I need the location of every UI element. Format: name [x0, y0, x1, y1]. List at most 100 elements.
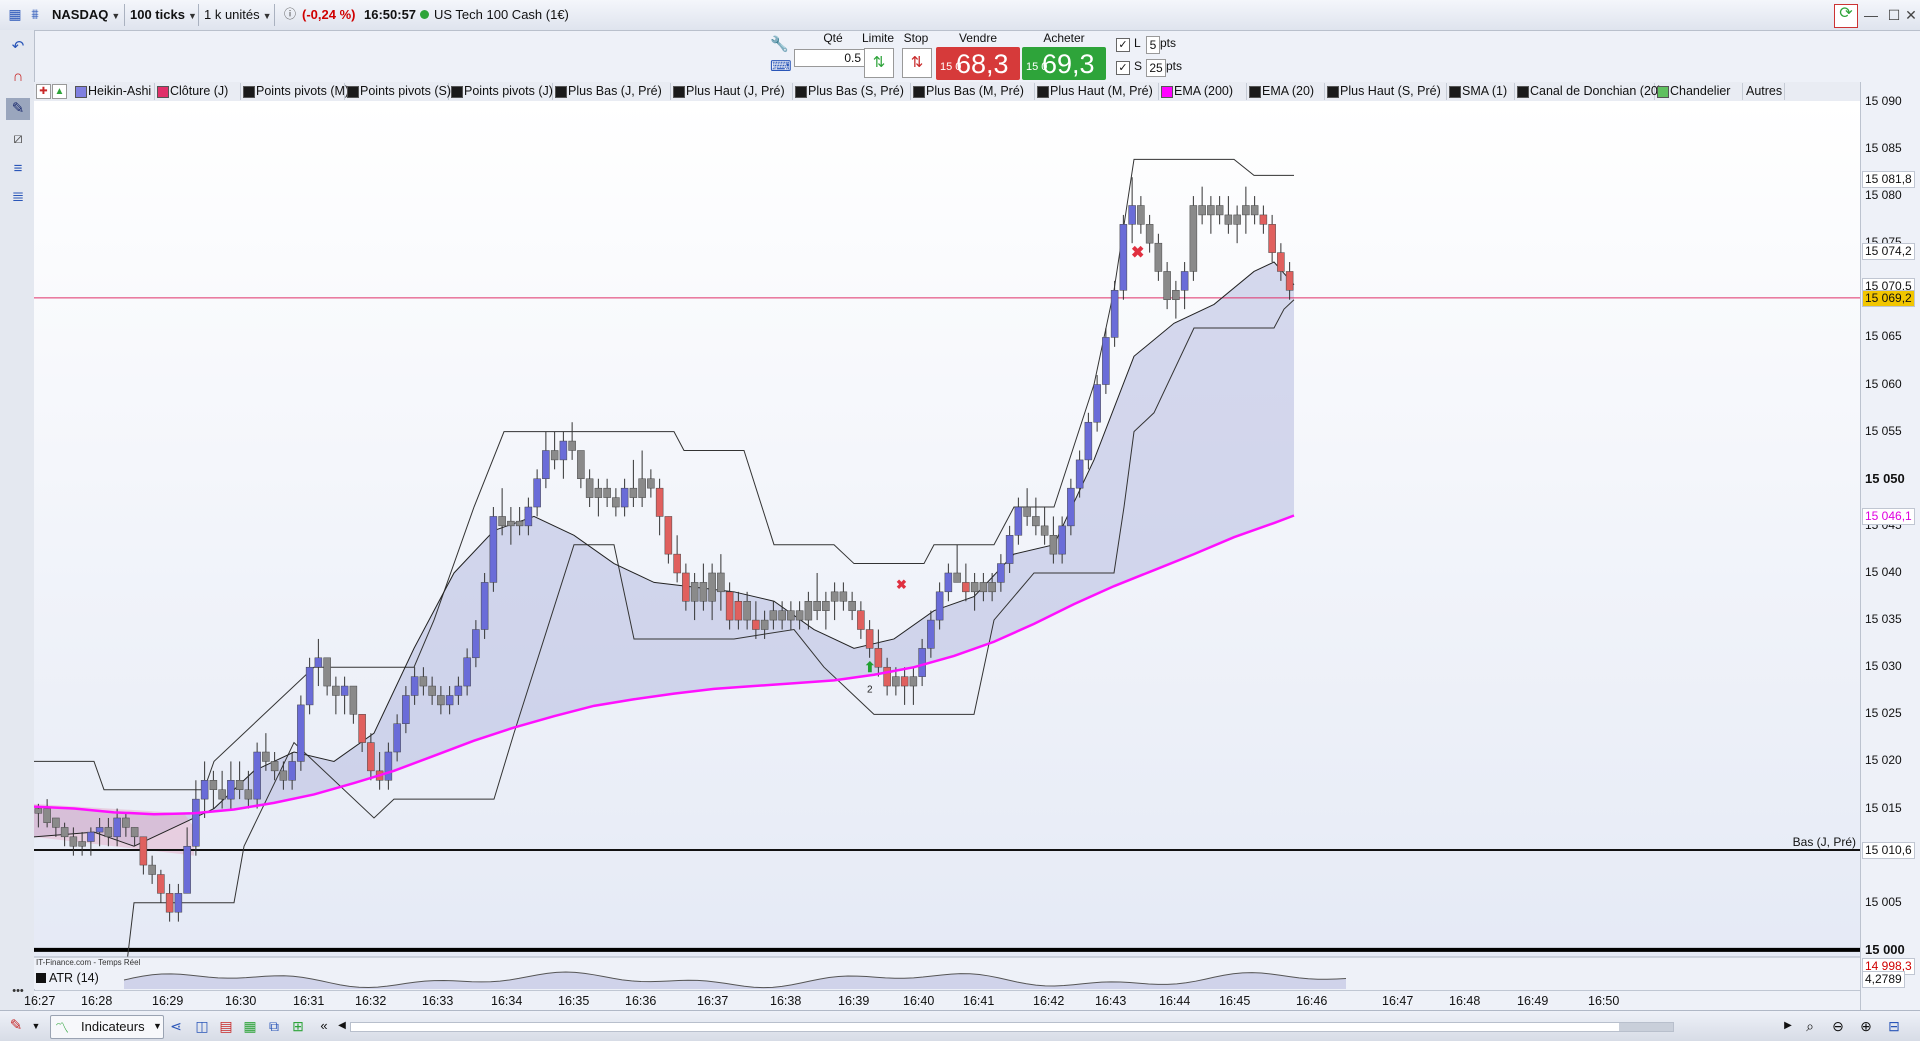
indicator-item[interactable]: Chandelier: [1654, 83, 1743, 100]
candle-body: [428, 685, 436, 696]
chevron-down-icon[interactable]: ▼: [26, 1017, 46, 1035]
candle-body: [795, 610, 804, 621]
indicator-item[interactable]: Autres: [1742, 83, 1785, 100]
candle-body: [900, 676, 909, 687]
indicator-label: EMA (200): [1174, 84, 1234, 98]
candle-body: [1268, 224, 1276, 253]
candle-body: [1215, 205, 1224, 216]
price-chart[interactable]: ✖✖⬆2Bas (J, Pré)R1 S: [33, 101, 1860, 989]
x-tick-label: 16:28: [81, 994, 113, 1008]
candle-body: [1119, 224, 1128, 291]
ruler-icon[interactable]: ⧄: [6, 128, 30, 150]
tick-selector[interactable]: 100 ticks ▼: [130, 4, 197, 26]
l-label: L: [1134, 36, 1141, 50]
indicator-item[interactable]: EMA (200): [1158, 83, 1247, 100]
indicator-item[interactable]: Plus Bas (S, Pré): [792, 83, 911, 100]
drawing-pen-icon[interactable]: ✎: [6, 1017, 26, 1035]
close-icon[interactable]: ✕: [1900, 6, 1920, 24]
layout-icon[interactable]: ⊟: [1884, 1017, 1904, 1035]
buy-button[interactable]: 15 0 69,3: [1022, 47, 1106, 80]
cursor-tool-icon[interactable]: ↶: [6, 36, 30, 58]
buy-price: 69,3: [1042, 49, 1095, 79]
units-selector[interactable]: 1 k unités ▼: [204, 4, 272, 26]
keyboard-icon[interactable]: ⌨: [770, 57, 792, 75]
scroll-right-icon[interactable]: ▶: [1778, 1017, 1798, 1035]
info-icon[interactable]: ⓘ: [279, 5, 301, 23]
candle-body: [1049, 535, 1058, 555]
candle-body: [647, 478, 655, 489]
order-panel: 🔧 ⌨ Qté 0.5 Limite ⇅ Stop ⇅ Vendre Achet…: [768, 30, 1188, 82]
indicator-item[interactable]: Points pivots (M): [240, 83, 349, 100]
x-tick-label: 16:43: [1095, 994, 1127, 1008]
signal-count-label: 2: [867, 685, 873, 696]
collapse-up-icon[interactable]: ▲: [52, 84, 67, 99]
chart-type-icon[interactable]: ⩩: [24, 5, 46, 23]
sell-button[interactable]: 15 0 68,3: [936, 47, 1020, 80]
indicator-item[interactable]: EMA (20): [1246, 83, 1325, 100]
scrollbar-thumb[interactable]: [1619, 1023, 1673, 1031]
stop-checkbox[interactable]: ✓: [1116, 61, 1130, 75]
s-pts-label: pts: [1166, 59, 1183, 73]
chart-area[interactable]: ✖✖⬆2Bas (J, Pré)R1 S: [33, 101, 1860, 989]
candle-body: [507, 520, 515, 527]
indicators-button[interactable]: 〽 Indicateurs ▼: [50, 1015, 164, 1039]
stop-order-button[interactable]: ⇅: [902, 48, 932, 78]
indicator-item[interactable]: Plus Haut (J, Pré): [670, 83, 793, 100]
l-input[interactable]: 5: [1146, 36, 1160, 54]
fibonacci-fan-icon[interactable]: ≣: [6, 186, 30, 208]
refresh-icon[interactable]: ⟳: [1834, 4, 1858, 28]
candle-body: [1198, 205, 1206, 216]
chart-window-icon[interactable]: ⧉: [264, 1017, 284, 1035]
magnet-icon[interactable]: ∩: [6, 66, 30, 88]
candle-body: [822, 600, 830, 611]
alerts-icon[interactable]: ◫: [192, 1017, 212, 1035]
y-tick-label: 15 060: [1865, 376, 1902, 391]
add-indicator-icon[interactable]: ✚: [36, 84, 51, 99]
candle-body: [384, 751, 393, 781]
settings-wrench-icon[interactable]: 🔧: [770, 35, 789, 53]
zoom-out-icon[interactable]: ⊖: [1828, 1017, 1848, 1035]
orders-icon[interactable]: ▦: [240, 1017, 260, 1035]
indicator-item[interactable]: Canal de Donchian (20): [1514, 83, 1662, 100]
candle-body: [1014, 506, 1023, 536]
clock-time: 16:50:57: [364, 7, 417, 22]
export-icon[interactable]: ⊞: [288, 1017, 308, 1035]
candle-body: [909, 676, 918, 687]
scroll-left-icon[interactable]: ◀: [332, 1017, 352, 1035]
indicator-item[interactable]: Plus Haut (S, Pré): [1324, 83, 1447, 100]
indicator-item[interactable]: Plus Bas (M, Pré): [910, 83, 1035, 100]
indicator-item[interactable]: Plus Bas (J, Pré): [552, 83, 671, 100]
sell-label: Vendre: [958, 31, 998, 45]
indicator-item[interactable]: Clôture (J): [154, 83, 241, 100]
horizontal-scrollbar[interactable]: [350, 1022, 1674, 1032]
minimize-icon[interactable]: —: [1860, 6, 1882, 24]
y-tick-label: 15 065: [1865, 329, 1902, 344]
indicator-item[interactable]: SMA (1): [1446, 83, 1515, 100]
indicator-item[interactable]: Points pivots (S): [344, 83, 451, 100]
qty-input[interactable]: 0.5: [794, 49, 865, 67]
candle-body: [1075, 459, 1084, 489]
limit-order-button[interactable]: ⇅: [864, 48, 894, 78]
zoom-fit-icon[interactable]: ⌕: [1800, 1017, 1820, 1035]
indicator-item[interactable]: Points pivots (J): [448, 83, 553, 100]
scroll-fast-left-icon[interactable]: «: [314, 1017, 334, 1035]
screener-icon[interactable]: ▤: [216, 1017, 236, 1035]
s-input[interactable]: 25: [1146, 59, 1166, 77]
indicator-item[interactable]: Plus Haut (M, Pré): [1034, 83, 1159, 100]
instrument-selector[interactable]: NASDAQ ▼: [52, 4, 120, 26]
indicator-item[interactable]: Heikin-Ashi: [72, 83, 155, 100]
candle-body: [1110, 290, 1119, 338]
price-axis[interactable]: 15 09015 08515 08015 07515 07015 06515 0…: [1860, 82, 1920, 1010]
limit-checkbox[interactable]: ✓: [1116, 38, 1130, 52]
price-tag: 15 081,8: [1862, 171, 1915, 189]
fibonacci-icon[interactable]: ≡: [6, 158, 30, 180]
candle-body: [130, 827, 139, 838]
market-icon[interactable]: ▦: [4, 5, 26, 23]
s-label: S: [1134, 59, 1143, 73]
time-axis[interactable]: 16:27 16:28 16:29 16:30 16:31 16:32 16:33 16:34…: [24, 990, 1860, 1011]
candle-body: [367, 742, 375, 772]
zoom-in-icon[interactable]: ⊕: [1856, 1017, 1876, 1035]
price-tag: 15 069,2: [1862, 289, 1915, 307]
draw-tool-icon[interactable]: ✎: [6, 98, 30, 120]
share-icon[interactable]: ⋖: [166, 1017, 186, 1035]
